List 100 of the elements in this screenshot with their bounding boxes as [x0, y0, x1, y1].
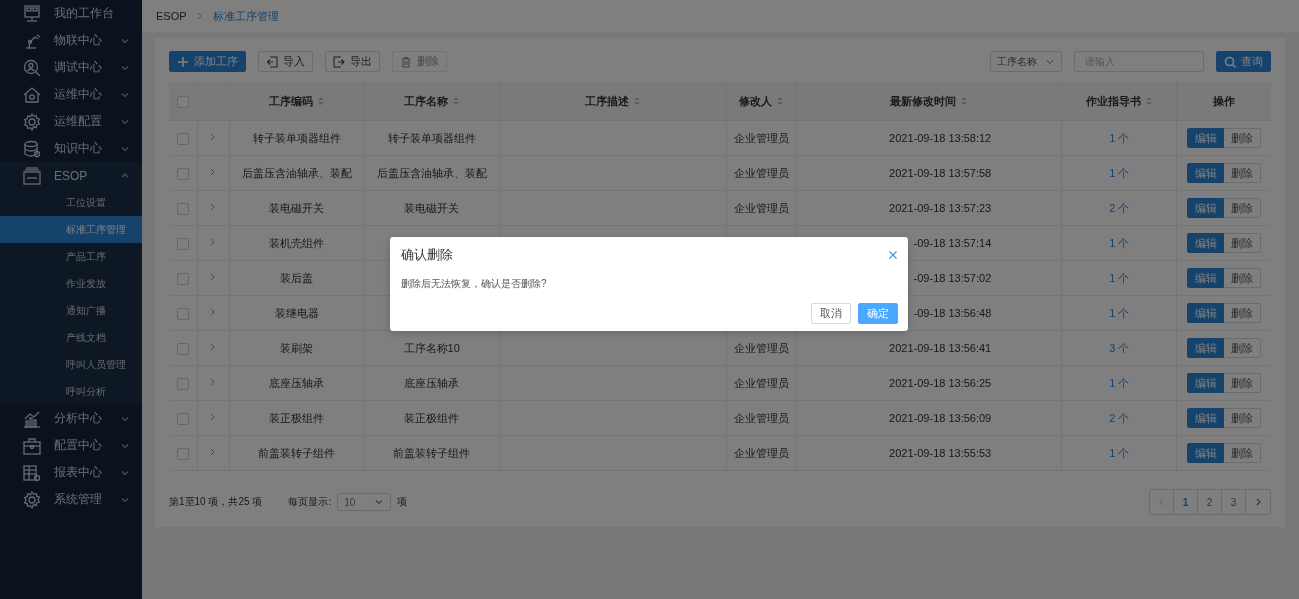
instruction-count-link[interactable]: 1 个	[1109, 131, 1130, 144]
edit-button[interactable]: 编辑	[1187, 338, 1225, 358]
column-header[interactable]: 工序编码	[268, 93, 325, 109]
sort-icon	[960, 96, 969, 106]
pagination-summary: 第1至10 项，共25 项	[169, 495, 263, 509]
delete-button[interactable]: 删除	[1224, 373, 1262, 393]
sidebar-menu-item[interactable]: 系统管理	[0, 486, 142, 513]
chevron-down-icon	[374, 497, 385, 507]
process-code-cell: 底座压轴承	[269, 376, 325, 389]
process-name-cell: 装正极组件	[404, 411, 460, 424]
instruction-count-link[interactable]: 1 个	[1109, 271, 1130, 284]
select-all-checkbox[interactable]	[176, 95, 189, 108]
instruction-count-link[interactable]: 3 个	[1109, 341, 1130, 354]
sidebar-submenu-item[interactable]: 产品工序	[0, 243, 142, 270]
process-code-cell: 转子装单项器组件	[252, 131, 341, 144]
delete-button[interactable]: 删除	[1224, 128, 1262, 148]
column-header[interactable]: 工序描述	[584, 93, 641, 109]
process-name-cell: 工序名称10	[403, 341, 460, 354]
sidebar-menu-item[interactable]: 我的工作台	[0, 0, 142, 27]
edit-button[interactable]: 编辑	[1187, 373, 1225, 393]
process-code-cell: 后盖压含油轴承、装配	[241, 166, 352, 179]
sidebar-menu-item[interactable]: 报表中心	[0, 459, 142, 486]
edit-button[interactable]: 编辑	[1187, 303, 1225, 323]
edit-button[interactable]: 编辑	[1187, 128, 1225, 148]
page-size-select[interactable]: 10	[337, 493, 392, 511]
row-checkbox[interactable]	[176, 342, 189, 355]
delete-button[interactable]: 删除	[1224, 443, 1262, 463]
column-header[interactable]: 工序名称	[403, 93, 460, 109]
edit-button[interactable]: 编辑	[1187, 268, 1225, 288]
modifier-cell: 企业管理员	[734, 446, 789, 459]
row-checkbox[interactable]	[176, 237, 189, 250]
instruction-count-link[interactable]: 2 个	[1109, 201, 1130, 214]
instruction-count-link[interactable]: 1 个	[1109, 376, 1130, 389]
delete-button[interactable]: 删除	[1224, 163, 1262, 183]
modified-time-cell: 2021-09-18 13:56:41	[889, 342, 992, 354]
delete-button[interactable]: 删除	[1224, 408, 1262, 428]
process-name-cell: 转子装单项器组件	[387, 131, 476, 144]
search-field-select[interactable]: 工序名称	[990, 51, 1062, 72]
instruction-count-link[interactable]: 1 个	[1109, 166, 1130, 179]
process-name-cell: 底座压轴承	[404, 376, 460, 389]
row-checkbox[interactable]	[176, 447, 189, 460]
toolbar-button[interactable]: 添加工序	[169, 51, 246, 72]
sidebar-submenu-item[interactable]: 通知广播	[0, 297, 142, 324]
monitor-icon	[22, 3, 42, 24]
edit-button[interactable]: 编辑	[1187, 198, 1225, 218]
breadcrumb-item[interactable]: ESOP	[156, 10, 187, 22]
toolbar-button[interactable]: 导入	[258, 51, 313, 72]
toolbar-button[interactable]: 导出	[325, 51, 380, 72]
process-code-cell: 装电磁开关	[269, 201, 325, 214]
instruction-count-link[interactable]: 2 个	[1109, 411, 1130, 424]
delete-button[interactable]: 删除	[1224, 338, 1262, 358]
sort-icon	[451, 96, 460, 106]
edit-button[interactable]: 编辑	[1187, 443, 1225, 463]
delete-button[interactable]: 删除	[1224, 303, 1262, 323]
row-checkbox[interactable]	[176, 167, 189, 180]
edit-button[interactable]: 编辑	[1187, 163, 1225, 183]
column-header[interactable]: 最新修改时间	[890, 93, 969, 109]
modified-time-cell: 2021-09-18 13:58:12	[889, 132, 992, 144]
edit-button[interactable]: 编辑	[1187, 233, 1225, 253]
row-checkbox[interactable]	[176, 132, 189, 145]
sidebar-menu-item[interactable]: 知识中心	[0, 135, 142, 162]
instruction-count-link[interactable]: 1 个	[1109, 306, 1130, 319]
close-icon[interactable]	[888, 250, 898, 260]
process-code-cell: 装正极组件	[269, 411, 325, 424]
sidebar-menu-item[interactable]: 配置中心	[0, 432, 142, 459]
process-code-cell: 装刷架	[280, 341, 314, 354]
sidebar-submenu-item[interactable]: 标准工序管理	[0, 216, 142, 243]
sidebar-menu-item[interactable]: 分析中心	[0, 405, 142, 432]
sidebar-submenu-item[interactable]: 工位设置	[0, 189, 142, 216]
database-icon	[22, 138, 42, 159]
confirm-button[interactable]: 确定	[858, 303, 898, 324]
delete-button[interactable]: 删除	[1224, 268, 1262, 288]
sidebar-menu-item[interactable]: 物联中心	[0, 27, 142, 54]
delete-button[interactable]: 删除	[1224, 198, 1262, 218]
process-code-cell: 装机壳组件	[269, 236, 325, 249]
delete-button[interactable]: 删除	[1224, 233, 1262, 253]
search-button[interactable]: 查询	[1216, 51, 1271, 72]
cancel-button[interactable]: 取消	[811, 303, 851, 324]
row-checkbox[interactable]	[176, 412, 189, 425]
sidebar-submenu-item[interactable]: 产线文档	[0, 324, 142, 351]
instruction-count-link[interactable]: 1 个	[1109, 446, 1130, 459]
sidebar-submenu-item[interactable]: 呼叫分析	[0, 378, 142, 405]
instruction-count-link[interactable]: 1 个	[1109, 236, 1130, 249]
modifier-cell: 企业管理员	[734, 201, 789, 214]
row-checkbox[interactable]	[176, 307, 189, 320]
row-checkbox[interactable]	[176, 377, 189, 390]
row-checkbox[interactable]	[176, 272, 189, 285]
toolbox-icon	[22, 435, 42, 456]
edit-button[interactable]: 编辑	[1187, 408, 1225, 428]
process-name-cell: 后盖压含油轴承、装配	[376, 166, 487, 179]
modified-time-cell: 2021-09-18 13:56:25	[889, 377, 992, 389]
modified-time-cell: -09-18 13:56:48	[913, 307, 992, 319]
modified-time-cell: 2021-09-18 13:56:09	[889, 412, 992, 424]
document-stack-icon	[22, 165, 42, 186]
sidebar-menu-item[interactable]: 调试中心	[0, 54, 142, 81]
row-checkbox[interactable]	[176, 202, 189, 215]
sidebar-submenu-item[interactable]: 作业发放	[0, 270, 142, 297]
sidebar-menu-item[interactable]: 运维中心	[0, 81, 142, 108]
sidebar-submenu-item[interactable]: 呼叫人员管理	[0, 351, 142, 378]
sidebar-menu-item[interactable]: 运维配置	[0, 108, 142, 135]
